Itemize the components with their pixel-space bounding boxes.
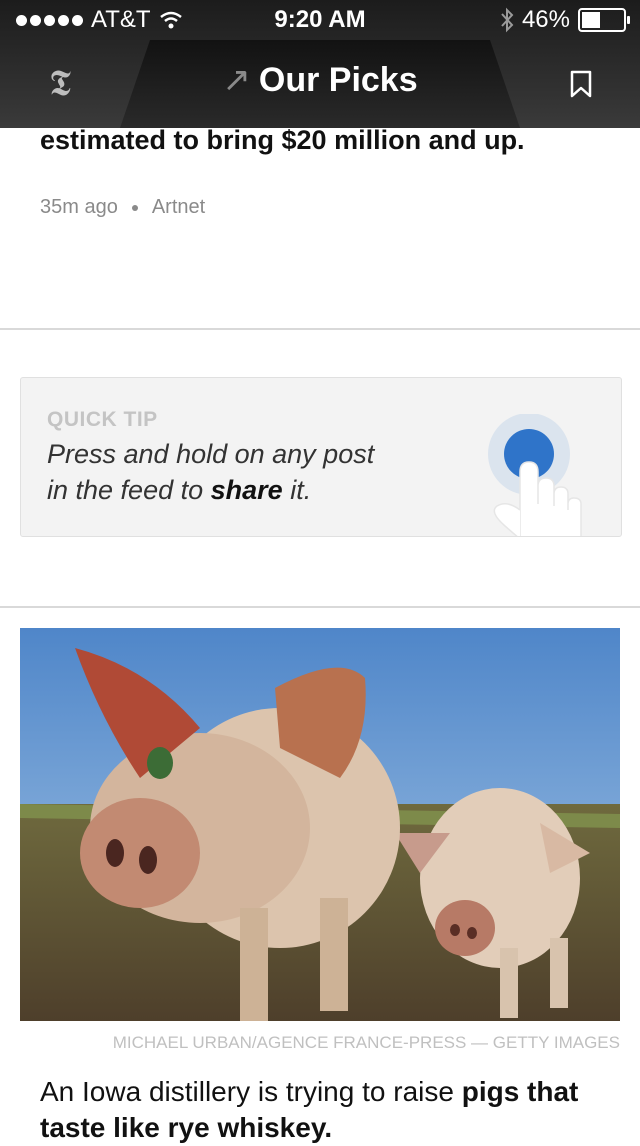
tip-text: Press and hold on any post in the feed t… — [47, 436, 374, 508]
story-text: An Iowa distillery is trying to raise — [40, 1076, 462, 1107]
divider — [0, 606, 640, 608]
quick-tip-card[interactable]: QUICK TIP Press and hold on any post in … — [20, 377, 622, 537]
press-hold-hand-icon — [488, 414, 582, 536]
bookmark-icon[interactable] — [570, 70, 592, 98]
battery-fill — [582, 12, 601, 28]
battery-icon — [578, 8, 630, 32]
tip-share-word: share — [210, 475, 283, 505]
tip-line-2: in the feed to share it. — [47, 472, 374, 508]
story-age: 35m ago — [40, 196, 118, 218]
tip-label: QUICK TIP — [47, 408, 158, 431]
story-headline[interactable]: estimated to bring $20 million and up. — [40, 125, 525, 156]
divider — [0, 328, 640, 330]
status-right: 46% — [500, 6, 630, 34]
meta-separator — [131, 204, 138, 211]
nav-title[interactable]: ↗ Our Picks — [0, 60, 640, 100]
story-source: Artnet — [151, 196, 206, 218]
tip-line-2-start: in the feed to — [47, 475, 211, 505]
page-title: Our Picks — [258, 61, 418, 99]
photo-credit: MICHAEL URBAN/AGENCE FRANCE-PRESS — GETT… — [112, 1033, 620, 1052]
pigs-photo[interactable] — [20, 628, 620, 1021]
nav-bar: 𝕿 ↗ Our Picks — [0, 40, 640, 128]
story-meta: 35m ago Artnet — [40, 196, 205, 219]
battery-percent: 46% — [521, 6, 570, 33]
top-bar: AT&T 9:20 AM 46% 𝕿 ↗ Our Picks — [0, 0, 640, 128]
tip-line-2-end: it. — [282, 475, 312, 505]
story-summary[interactable]: An Iowa distillery is trying to raise pi… — [40, 1074, 620, 1146]
arrow-icon: ↗ — [222, 61, 251, 99]
tip-line-1: Press and hold on any post — [47, 439, 375, 469]
status-bar: AT&T 9:20 AM 46% — [0, 0, 640, 40]
bluetooth-icon — [501, 7, 514, 33]
